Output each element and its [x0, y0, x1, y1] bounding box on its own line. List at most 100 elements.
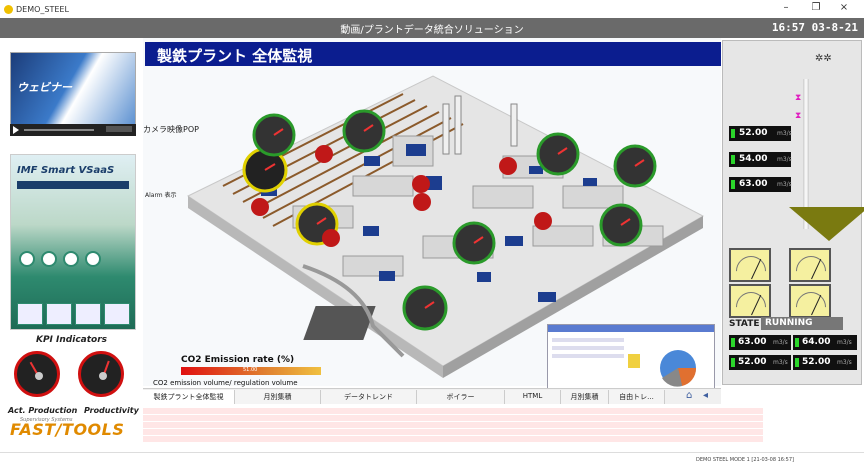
- reading-unit: m3/s: [837, 339, 852, 346]
- act-production-gauge: [14, 351, 60, 397]
- ad-box: [17, 303, 43, 325]
- video-caption: ウェビナー: [17, 81, 72, 94]
- valve-icon: ⧗: [795, 111, 802, 121]
- alarm-display-label[interactable]: Alarm 表示: [145, 190, 177, 199]
- restore-button[interactable]: ❐: [804, 2, 828, 13]
- reading-unit: m3/s: [773, 339, 788, 346]
- ad-banner[interactable]: IMF Smart VSaaS: [10, 154, 136, 330]
- analog-meter: [789, 284, 833, 329]
- status-text: DEMO STEEL MODE 1 [21-03-08 16:57]: [696, 457, 794, 463]
- close-button[interactable]: ×: [832, 2, 856, 13]
- ad-box: [46, 303, 72, 325]
- ad-box: [104, 303, 130, 325]
- banner-title: 動画/プラントデータ統合ソリューション: [340, 25, 524, 36]
- bottom-reading-3: 52.00 m3/s: [729, 355, 791, 370]
- kpi-title: KPI Indicators: [35, 335, 108, 345]
- video-controls: [10, 124, 136, 136]
- app-name: DEMO_STEEL: [16, 4, 69, 14]
- ad-circle-icon: [85, 251, 101, 267]
- reading-unit: m3/s: [777, 156, 792, 163]
- left-sidebar: ウェビナー IMF Smart VSaaS KPI Indicators Act…: [0, 38, 143, 452]
- state-label: STATE: [729, 319, 760, 329]
- silo-funnel: [789, 207, 864, 241]
- main-panel: 製鉄プラント 全体監視 カメラ映像POP Alarm 表示 CO2 Emissi…: [143, 38, 721, 404]
- camera-popup-label: カメラ映像POP: [143, 125, 199, 134]
- page-title-bar: 製鉄プラント 全体監視: [145, 42, 721, 66]
- analog-meter: [729, 248, 773, 293]
- tab-scroll-icon[interactable]: ◂: [703, 390, 708, 401]
- productivity-gauge: [78, 351, 124, 397]
- analog-meter: [789, 248, 833, 293]
- reading-value: 52.00: [738, 357, 767, 367]
- co2-subtitle: CO2 emission volume/ regulation volume: [153, 379, 298, 387]
- ad-icons: [19, 251, 101, 267]
- table-row[interactable]: [143, 422, 763, 428]
- table-row[interactable]: [143, 415, 763, 421]
- reading-unit: m3/s: [777, 130, 792, 137]
- reading-unit: m3/s: [837, 359, 852, 366]
- gauge-hub: [35, 372, 43, 380]
- app-logo-icon: [4, 4, 13, 14]
- tab-monthly-2[interactable]: 月別集積: [561, 390, 609, 404]
- tab-boiler[interactable]: ボイラー: [417, 390, 505, 404]
- table-row[interactable]: [143, 436, 763, 442]
- kpi-label-production: Act. Production: [8, 406, 78, 415]
- brand-logo: FAST/TOOLS: [10, 420, 125, 439]
- right-panel: ⧗ ⧗ ✲✲ 52.00 m3/s 54.00 m3/s 63.00 m3/s …: [722, 40, 864, 385]
- minimize-button[interactable]: –: [774, 2, 798, 13]
- status-led: [731, 129, 735, 138]
- ad-box: [75, 303, 101, 325]
- flow-reading-3: 63.00 m3/s: [729, 177, 792, 192]
- fan-icon: ✲✲: [815, 53, 832, 64]
- ad-strip: [17, 181, 129, 189]
- reading-value: 52.00: [802, 357, 831, 367]
- video-player[interactable]: ウェビナー: [10, 52, 136, 128]
- flow-reading-1: 52.00 m3/s: [729, 126, 792, 141]
- alarm-list[interactable]: [143, 406, 864, 452]
- reading-unit: m3/s: [773, 359, 788, 366]
- tab-monthly-1[interactable]: 月別集積: [235, 390, 321, 404]
- bottom-reading-2: 64.00 m3/s: [793, 335, 857, 350]
- plant-overview: カメラ映像POP Alarm 表示 CO2 Emission rate (%) …: [143, 66, 721, 404]
- bottom-reading-4: 52.00 m3/s: [793, 355, 857, 370]
- gauge-hub: [99, 372, 107, 380]
- table-row[interactable]: [143, 429, 763, 435]
- ad-circle-icon: [63, 251, 79, 267]
- ad-title: IMF Smart VSaaS: [17, 165, 115, 176]
- co2-bar-value: 51.00: [243, 367, 258, 373]
- tab-plant-overview[interactable]: 製鉄プラント全体監視: [143, 390, 235, 404]
- status-led: [731, 155, 735, 164]
- state-value: RUNNING: [761, 317, 843, 330]
- reading-value: 64.00: [802, 337, 831, 347]
- ad-circle-icon: [41, 251, 57, 267]
- video-seek-bar[interactable]: [24, 129, 94, 131]
- play-icon[interactable]: [13, 126, 19, 134]
- reading-value: 63.00: [739, 179, 768, 189]
- flow-reading-2: 54.00 m3/s: [729, 152, 792, 167]
- co2-title: CO2 Emission rate (%): [181, 355, 295, 365]
- analog-meter: [729, 284, 773, 329]
- clock: 16:57 03-8-21: [771, 21, 858, 34]
- page-title: 製鉄プラント 全体監視: [157, 47, 313, 65]
- video-time: [106, 126, 132, 132]
- tab-data-trend[interactable]: データトレンド: [321, 390, 417, 404]
- table-row[interactable]: [143, 408, 763, 414]
- co2-rate-bar: 51.00: [181, 367, 321, 375]
- header-banner: 動画/プラントデータ統合ソリューション 16:57 03-8-21: [0, 18, 864, 38]
- ad-circle-icon: [19, 251, 35, 267]
- status-bar: DEMO STEEL MODE 1 [21-03-08 16:57]: [0, 452, 864, 470]
- status-led: [731, 180, 735, 189]
- tab-bar: 製鉄プラント全体監視 月別集積 データトレンド ボイラー HTML 月別集積 自…: [143, 388, 721, 404]
- kpi-label-productivity: Productivity: [84, 406, 139, 415]
- reading-value: 54.00: [739, 154, 768, 164]
- reading-unit: m3/s: [777, 181, 792, 188]
- window-titlebar: DEMO_STEEL – ❐ ×: [0, 0, 864, 18]
- reading-value: 52.00: [739, 128, 768, 138]
- tab-html[interactable]: HTML: [505, 390, 561, 404]
- reading-value: 63.00: [738, 337, 767, 347]
- bottom-reading-1: 63.00 m3/s: [729, 335, 791, 350]
- tab-free-trend[interactable]: 自由トレ...: [609, 390, 665, 404]
- home-icon[interactable]: ⌂: [686, 390, 692, 401]
- ad-boxes: [17, 303, 130, 325]
- embedded-window-header: [548, 325, 714, 332]
